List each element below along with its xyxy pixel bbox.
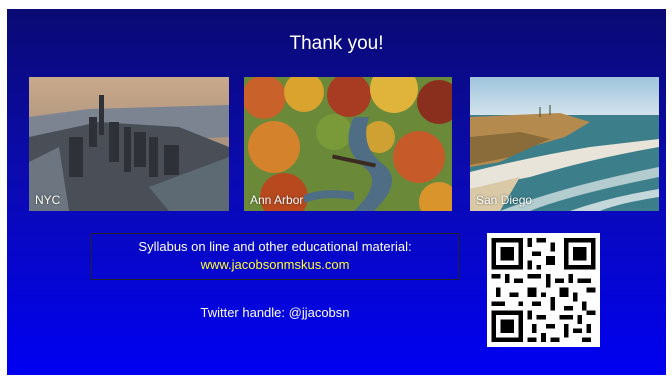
- syllabus-text: Syllabus on line and other educational m…: [138, 239, 412, 254]
- photo-caption-ann-arbor: Ann Arbor: [250, 193, 304, 207]
- slide: Thank you! NYC Ann Arbor San Diego Sylla…: [7, 9, 666, 375]
- qr-code-graphic: [487, 233, 600, 347]
- syllabus-box: Syllabus on line and other educational m…: [91, 233, 459, 280]
- website-link[interactable]: www.jacobsonmskus.com: [92, 256, 458, 274]
- nyc-image: [29, 77, 229, 211]
- photo-nyc: NYC: [29, 77, 229, 211]
- photo-caption-san-diego: San Diego: [476, 193, 533, 207]
- slide-title: Thank you!: [289, 33, 384, 54]
- san-diego-image: [470, 77, 659, 211]
- ann-arbor-image: [244, 77, 452, 211]
- twitter-handle: Twitter handle: @jjacobsn: [200, 305, 350, 320]
- photo-san-diego: San Diego: [470, 77, 659, 211]
- qr-code-icon[interactable]: [487, 233, 600, 347]
- photo-caption-nyc: NYC: [35, 193, 61, 207]
- photo-ann-arbor: Ann Arbor: [244, 77, 452, 211]
